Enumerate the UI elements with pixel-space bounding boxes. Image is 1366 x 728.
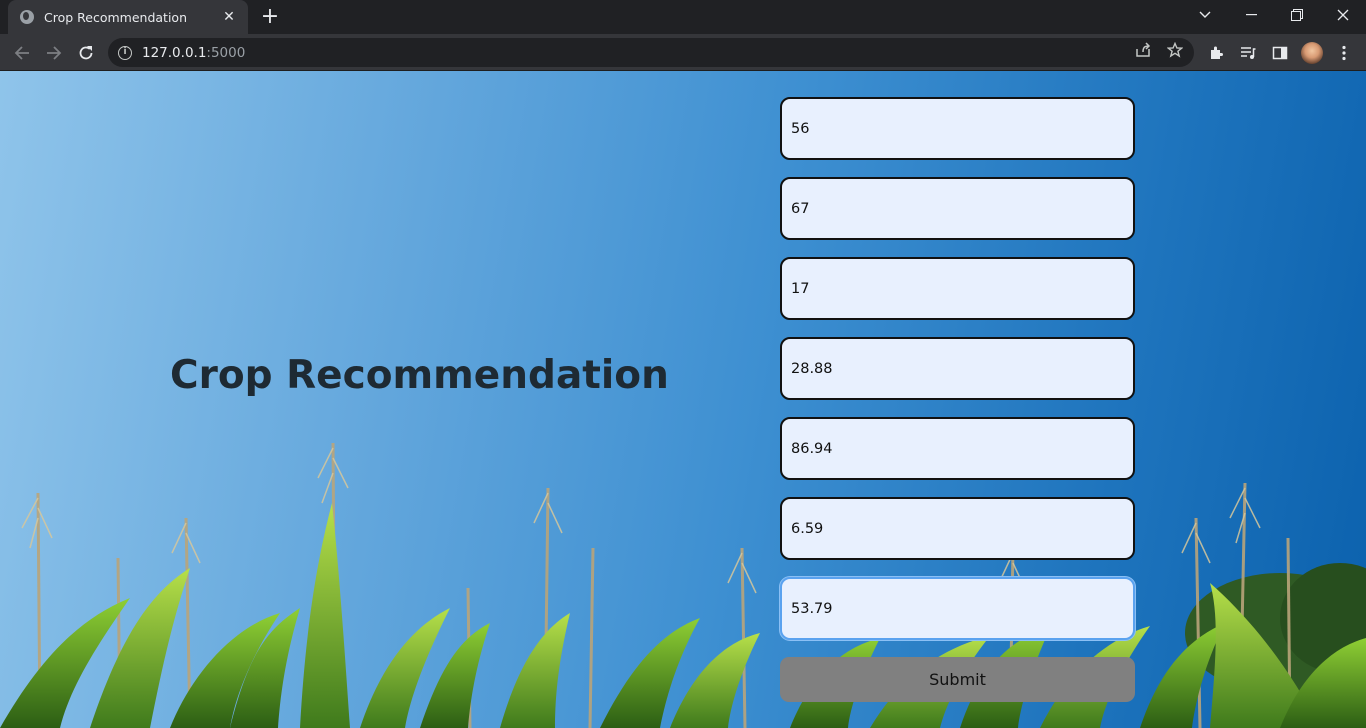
extensions-icon[interactable] [1204, 41, 1228, 65]
side-panel-icon[interactable] [1268, 41, 1292, 65]
media-queue-icon[interactable] [1236, 41, 1260, 65]
restore-icon[interactable] [1274, 0, 1320, 30]
new-tab-button[interactable]: + [258, 3, 282, 31]
globe-icon [20, 10, 34, 24]
bookmark-star-icon[interactable] [1164, 41, 1186, 62]
submit-button[interactable]: Submit [780, 657, 1135, 702]
share-icon[interactable] [1132, 42, 1154, 62]
profile-avatar[interactable] [1301, 42, 1323, 64]
input-field-5[interactable] [780, 417, 1135, 480]
address-bar[interactable]: i 127.0.0.1:5000 [108, 38, 1194, 67]
url-port: :5000 [206, 44, 246, 61]
input-field-1[interactable] [780, 97, 1135, 160]
close-window-icon[interactable] [1320, 0, 1366, 30]
input-field-7[interactable] [780, 577, 1135, 640]
site-info-icon[interactable]: i [118, 45, 132, 60]
browser-tab[interactable]: Crop Recommendation ✕ [8, 0, 248, 34]
input-field-6[interactable] [780, 497, 1135, 560]
page-title: Crop Recommendation [170, 353, 669, 398]
input-field-4[interactable] [780, 337, 1135, 400]
minimize-icon[interactable] [1228, 0, 1274, 30]
tab-bar: Crop Recommendation ✕ + [0, 0, 1366, 34]
forward-arrow-icon[interactable] [41, 40, 67, 66]
tab-search-icon[interactable] [1182, 0, 1228, 30]
browser-toolbar: i 127.0.0.1:5000 [0, 34, 1366, 71]
menu-kebab-icon[interactable] [1332, 41, 1356, 65]
reload-icon[interactable] [73, 40, 99, 66]
url-host: 127.0.0.1 [142, 44, 207, 61]
tab-title: Crop Recommendation [44, 9, 187, 25]
input-field-2[interactable] [780, 177, 1135, 240]
close-tab-icon[interactable]: ✕ [220, 9, 238, 25]
input-field-3[interactable] [780, 257, 1135, 320]
back-arrow-icon[interactable] [9, 40, 35, 66]
page-background: Crop Recommendation Submit [0, 71, 1366, 728]
cornfield-image [0, 442, 1366, 728]
